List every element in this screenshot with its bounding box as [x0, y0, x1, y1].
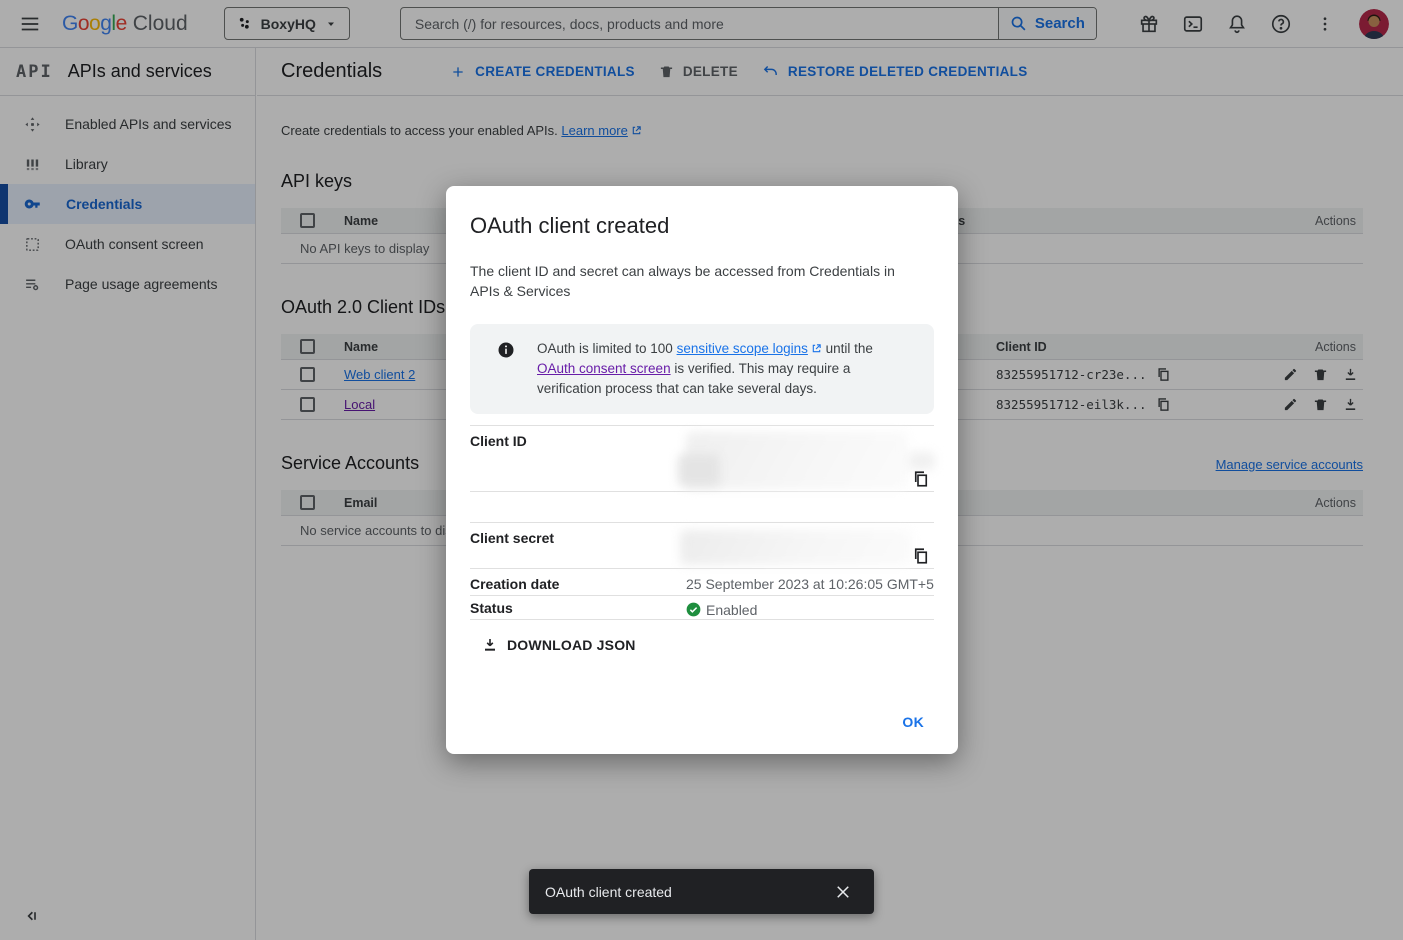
toast-snackbar: OAuth client created: [529, 869, 874, 914]
creation-date-label: Creation date: [470, 569, 686, 595]
toast-message: OAuth client created: [545, 884, 672, 900]
oauth-client-created-dialog: OAuth client created The client ID and s…: [446, 186, 958, 754]
copy-client-secret-button[interactable]: [912, 546, 932, 566]
copy-icon: [912, 470, 932, 488]
close-icon: [834, 883, 858, 901]
ok-button[interactable]: OK: [892, 708, 934, 736]
spacer-row: [470, 492, 934, 523]
dialog-body-text: The client ID and secret can always be a…: [470, 261, 916, 301]
client-id-label: Client ID: [470, 426, 686, 491]
status-value: Enabled: [686, 596, 934, 619]
external-link-icon: [811, 343, 822, 354]
notice-pre: OAuth is limited to 100: [537, 341, 677, 356]
status-text: Enabled: [706, 602, 757, 618]
dialog-title: OAuth client created: [470, 212, 934, 240]
google-cloud-console: Google Cloud BoxyHQ Search: [0, 0, 1403, 940]
download-json-label: DOWNLOAD JSON: [507, 637, 636, 653]
download-icon: [482, 637, 498, 653]
notice-text: OAuth is limited to 100 sensitive scope …: [537, 339, 909, 399]
download-json-button[interactable]: DOWNLOAD JSON: [474, 629, 644, 661]
creation-date-row: Creation date 25 September 2023 at 10:26…: [470, 569, 934, 596]
oauth-limit-notice: OAuth is limited to 100 sensitive scope …: [470, 324, 934, 414]
client-secret-row: Client secret: [470, 523, 934, 569]
oauth-consent-screen-link[interactable]: OAuth consent screen: [537, 361, 671, 376]
redacted-client-secret: [680, 530, 912, 565]
redacted-client-id: [678, 454, 720, 486]
status-row: Status Enabled: [470, 596, 934, 620]
copy-icon: [912, 547, 932, 565]
toast-close-button[interactable]: [834, 880, 858, 904]
copy-client-id-button[interactable]: [912, 469, 932, 489]
status-label: Status: [470, 596, 686, 619]
redacted-client-id: [908, 452, 935, 470]
check-circle-icon: [686, 602, 701, 617]
info-icon: [497, 341, 515, 359]
client-id-row: Client ID: [470, 426, 934, 492]
dialog-fields: Client ID Client secret Creation date 25…: [470, 425, 934, 620]
notice-mid: until the: [822, 341, 873, 356]
creation-date-value: 25 September 2023 at 10:26:05 GMT+5: [686, 569, 934, 595]
sensitive-scope-logins-link[interactable]: sensitive scope logins: [677, 341, 808, 356]
client-secret-label: Client secret: [470, 523, 686, 568]
